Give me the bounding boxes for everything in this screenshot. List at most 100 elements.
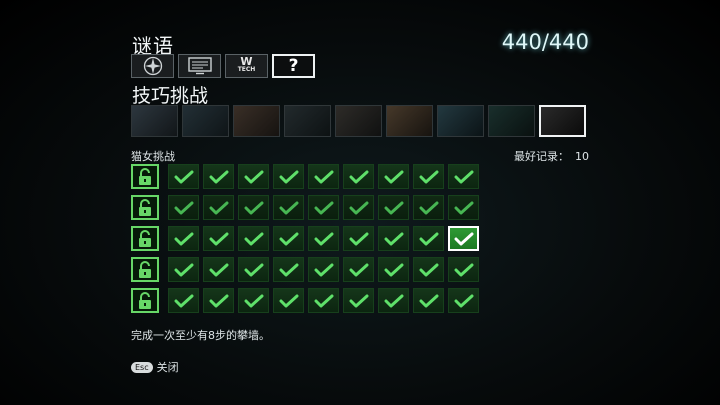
checkmark-icon — [314, 201, 333, 214]
check-cell[interactable] — [378, 257, 409, 282]
check-cell[interactable] — [308, 226, 339, 251]
checkmark-icon — [384, 232, 403, 245]
checkmark-icon — [244, 232, 263, 245]
check-cell[interactable] — [238, 164, 269, 189]
riddles-screen: 谜语 440/440 W TECH ? 技巧挑战 猫女挑战 最好记录： 10 完… — [0, 0, 720, 405]
check-cell[interactable] — [448, 257, 479, 282]
tab-riddles[interactable]: ? — [272, 54, 315, 78]
checkmark-icon — [279, 263, 298, 276]
checkmark-icon — [419, 263, 438, 276]
unlock-icon — [131, 164, 159, 189]
check-cell[interactable] — [378, 195, 409, 220]
check-cell[interactable] — [168, 257, 199, 282]
checkmark-icon — [384, 263, 403, 276]
challenge-thumbnails — [131, 105, 586, 137]
check-cell[interactable] — [168, 164, 199, 189]
selected-check-cell[interactable] — [448, 226, 479, 251]
monitor-icon — [187, 57, 212, 75]
check-cell[interactable] — [448, 288, 479, 313]
section-title: 技巧挑战 — [132, 85, 209, 107]
check-cell[interactable] — [273, 288, 304, 313]
check-cell[interactable] — [203, 164, 234, 189]
check-cell[interactable] — [273, 257, 304, 282]
check-cell[interactable] — [413, 226, 444, 251]
challenge-thumb-2[interactable] — [182, 105, 229, 137]
wtech-icon: W TECH — [238, 56, 256, 74]
checkmark-icon — [279, 170, 298, 183]
check-cell[interactable] — [343, 164, 374, 189]
challenge-description: 完成一次至少有8步的攀墙。 — [131, 329, 270, 342]
check-cell[interactable] — [238, 195, 269, 220]
check-cell[interactable] — [238, 288, 269, 313]
tab-monitor[interactable] — [178, 54, 221, 78]
challenge-grid — [131, 164, 483, 319]
check-cell[interactable] — [343, 288, 374, 313]
check-cell[interactable] — [378, 288, 409, 313]
check-cell[interactable] — [273, 195, 304, 220]
check-cell[interactable] — [273, 164, 304, 189]
unlock-icon — [131, 257, 159, 282]
best-record: 最好记录： 10 — [514, 148, 589, 164]
challenge-thumb-5[interactable] — [335, 105, 382, 137]
checkmark-icon — [454, 232, 473, 245]
challenge-thumb-8[interactable] — [488, 105, 535, 137]
check-cell[interactable] — [203, 195, 234, 220]
challenge-thumb-1[interactable] — [131, 105, 178, 137]
check-cell[interactable] — [238, 257, 269, 282]
checkmark-icon — [349, 294, 368, 307]
checkmark-icon — [209, 201, 228, 214]
checkmark-icon — [279, 201, 298, 214]
check-cell[interactable] — [378, 226, 409, 251]
challenge-thumb-7[interactable] — [437, 105, 484, 137]
check-cell[interactable] — [238, 226, 269, 251]
check-cell[interactable] — [168, 195, 199, 220]
check-cell[interactable] — [448, 195, 479, 220]
checkmark-icon — [174, 232, 193, 245]
check-cell[interactable] — [413, 164, 444, 189]
check-cell[interactable] — [203, 257, 234, 282]
checkmark-icon — [209, 294, 228, 307]
challenge-thumb-6[interactable] — [386, 105, 433, 137]
checkmark-icon — [384, 201, 403, 214]
checkmark-icon — [419, 294, 438, 307]
challenge-row — [131, 257, 483, 284]
check-cell[interactable] — [308, 257, 339, 282]
checkmark-icon — [209, 232, 228, 245]
question-icon: ? — [288, 56, 299, 76]
checkmark-icon — [384, 294, 403, 307]
check-cell[interactable] — [308, 164, 339, 189]
checkmark-icon — [454, 263, 473, 276]
check-cell[interactable] — [343, 195, 374, 220]
check-cell[interactable] — [308, 288, 339, 313]
check-cell[interactable] — [343, 226, 374, 251]
check-cell[interactable] — [448, 164, 479, 189]
check-cell[interactable] — [168, 226, 199, 251]
tab-wtech[interactable]: W TECH — [225, 54, 268, 78]
checkmark-icon — [279, 294, 298, 307]
checkmark-icon — [384, 170, 403, 183]
challenge-row — [131, 226, 483, 253]
challenge-thumb-9[interactable] — [539, 105, 586, 137]
check-cell[interactable] — [203, 226, 234, 251]
checkmark-icon — [209, 263, 228, 276]
check-cell[interactable] — [203, 288, 234, 313]
checkmark-icon — [244, 294, 263, 307]
check-cell[interactable] — [273, 226, 304, 251]
check-cell[interactable] — [378, 164, 409, 189]
check-cell[interactable] — [413, 288, 444, 313]
challenge-thumb-4[interactable] — [284, 105, 331, 137]
tab-compass[interactable] — [131, 54, 174, 78]
checkmark-icon — [419, 170, 438, 183]
challenge-row — [131, 288, 483, 315]
challenge-thumb-3[interactable] — [233, 105, 280, 137]
check-cell[interactable] — [413, 195, 444, 220]
checkmark-icon — [454, 294, 473, 307]
check-cell[interactable] — [343, 257, 374, 282]
challenge-name: 猫女挑战 — [131, 150, 175, 163]
footer-close[interactable]: Esc 关闭 — [131, 359, 179, 375]
checkmark-icon — [349, 263, 368, 276]
check-cell[interactable] — [168, 288, 199, 313]
check-cell[interactable] — [413, 257, 444, 282]
best-record-value: 10 — [575, 150, 589, 163]
check-cell[interactable] — [308, 195, 339, 220]
